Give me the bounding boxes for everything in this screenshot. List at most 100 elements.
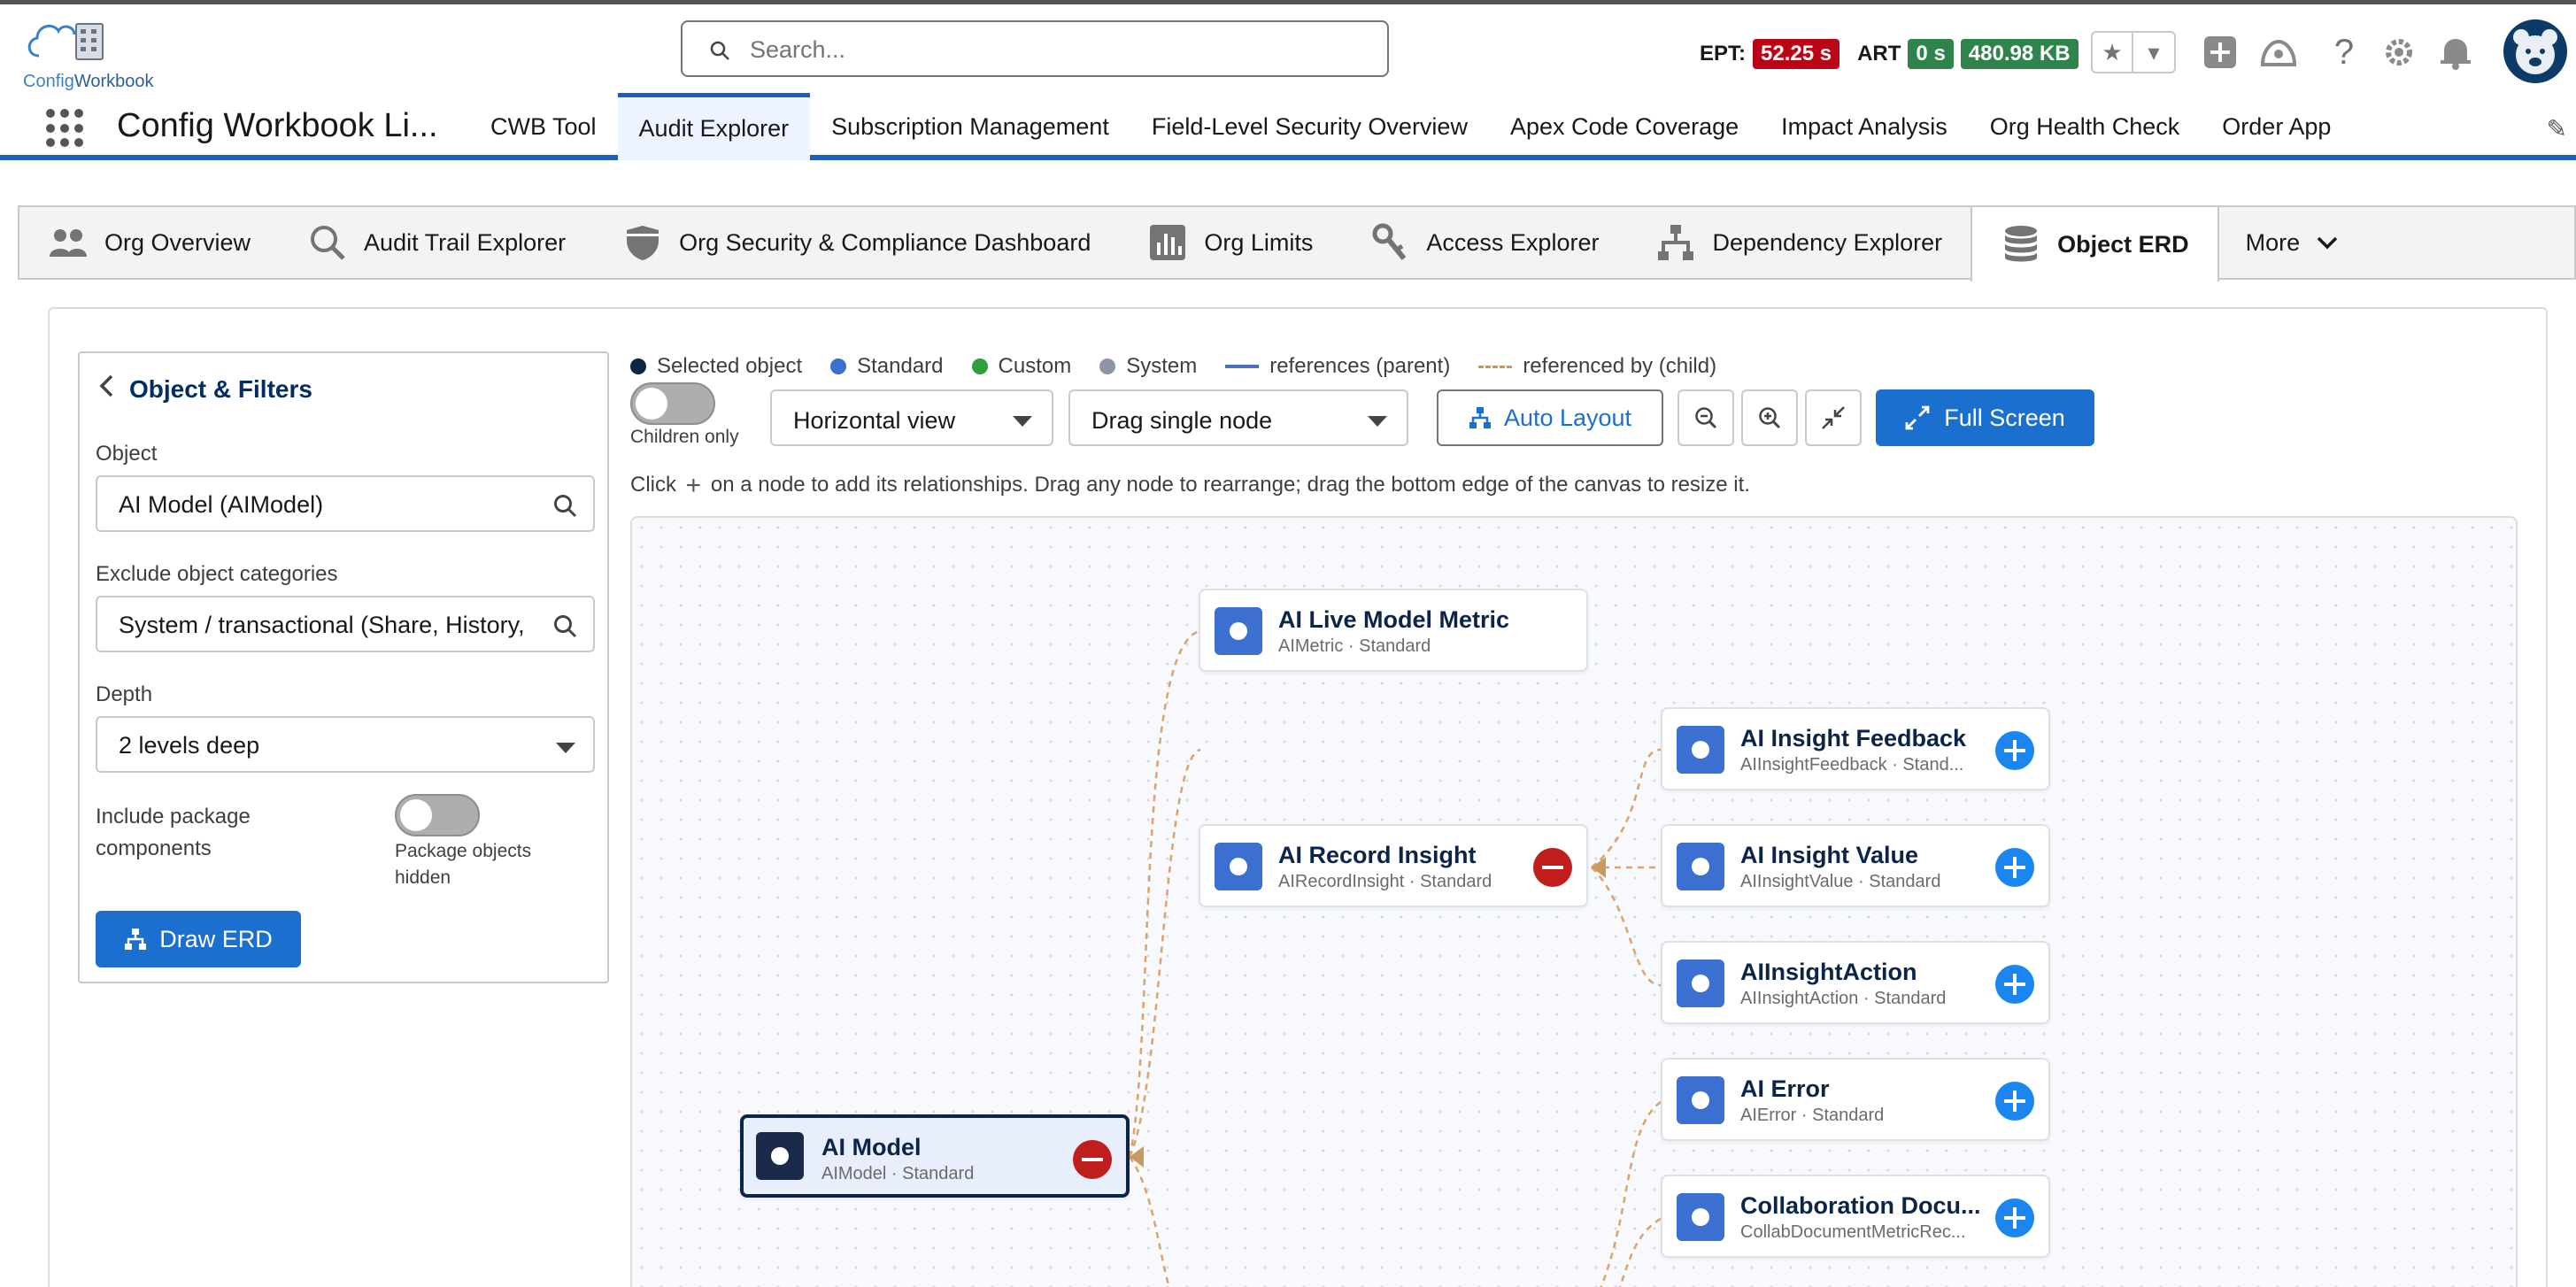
depth-select[interactable]: 2 levels deep <box>96 716 595 773</box>
children-only-toggle[interactable] <box>630 382 715 425</box>
ept-label: EPT: <box>1700 42 1747 66</box>
collapse-minus-icon[interactable] <box>1073 1140 1112 1179</box>
legend-custom-label: Custom <box>998 354 1072 378</box>
favorite-star-icon[interactable]: ★ <box>2093 33 2134 72</box>
erd-node-ai-insight-action[interactable]: AIInsightAction AIInsightAction · Standa… <box>1661 941 2050 1024</box>
search-icon <box>554 615 577 638</box>
expand-plus-icon[interactable] <box>1995 1198 2034 1237</box>
global-add-icon[interactable] <box>2199 31 2241 73</box>
app-launcher-icon[interactable] <box>46 109 85 148</box>
edge-collab-offscreen <box>1618 1217 1662 1287</box>
node-subtitle: AIRecordInsight · Standard <box>1278 872 1492 891</box>
app-navbar: Config Workbook Li... CWB Tool Audit Exp… <box>0 93 2576 160</box>
expand-plus-icon[interactable] <box>1995 731 2034 770</box>
trailhead-icon[interactable] <box>2257 31 2300 73</box>
nav-item-impact-analysis[interactable]: Impact Analysis <box>1760 93 1969 160</box>
edge-aimodel-airecordinsight <box>1128 748 1201 1158</box>
draw-erd-button[interactable]: Draw ERD <box>96 911 301 967</box>
erd-node-ai-insight-value[interactable]: AI Insight Value AIInsightValue · Standa… <box>1661 824 2050 907</box>
plus-icon: + <box>685 471 702 500</box>
object-icon <box>1215 843 1262 890</box>
favorites-menu-icon[interactable]: ▾ <box>2133 33 2174 72</box>
tab-org-security-compliance[interactable]: Org Security & Compliance Dashboard <box>594 207 1119 278</box>
fit-view-button[interactable] <box>1805 389 1862 446</box>
package-hint: Package objects hidden <box>395 841 532 888</box>
auto-layout-button[interactable]: Auto Layout <box>1437 389 1663 446</box>
tab-bar: Org Overview Audit Trail Explorer Org Se… <box>18 205 2576 281</box>
edge-arrowhead <box>1592 857 1606 878</box>
exclude-categories-field[interactable]: System / transactional (Share, History, <box>96 596 595 652</box>
erd-node-ai-record-insight[interactable]: AI Record Insight AIRecordInsight · Stan… <box>1199 824 1588 907</box>
full-screen-button[interactable]: Full Screen <box>1876 389 2094 446</box>
legend-parent: references (parent) <box>1225 354 1450 379</box>
erd-node-ai-insight-feedback[interactable]: AI Insight Feedback AIInsightFeedback · … <box>1661 707 2050 790</box>
zoom-out-button[interactable] <box>1677 389 1734 446</box>
tab-object-erd[interactable]: Object ERD <box>1971 207 2219 281</box>
global-search[interactable] <box>681 20 1389 77</box>
nav-item-subscription-management[interactable]: Subscription Management <box>810 93 1130 160</box>
view-orientation-select[interactable]: Horizontal view <box>770 389 1053 446</box>
notifications-bell-icon[interactable] <box>2434 31 2477 73</box>
erd-node-ai-error[interactable]: AI Error AIError · Standard <box>1661 1058 2050 1141</box>
nav-item-cwb-tool[interactable]: CWB Tool <box>469 93 618 160</box>
search-input[interactable] <box>750 33 1369 66</box>
tab-label: Object ERD <box>2057 230 2189 258</box>
object-lookup-field[interactable]: AI Model (AIModel) <box>96 475 595 532</box>
legend-parent-label: references (parent) <box>1269 354 1451 378</box>
legend-standard: Standard <box>830 354 944 379</box>
nav-item-field-level-security[interactable]: Field-Level Security Overview <box>1130 93 1489 160</box>
erd-node-collaboration-document[interactable]: Collaboration Docu... CollabDocumentMetr… <box>1661 1175 2050 1258</box>
tab-audit-trail-explorer[interactable]: Audit Trail Explorer <box>279 207 594 278</box>
help-icon[interactable]: ? <box>2323 31 2365 73</box>
tab-more[interactable]: More <box>2219 207 2368 278</box>
legend-standard-label: Standard <box>857 354 944 378</box>
tab-access-explorer[interactable]: Access Explorer <box>1341 207 1627 278</box>
node-subtitle: CollabDocumentMetricRec... <box>1740 1222 1966 1242</box>
nav-item-order-app[interactable]: Order App <box>2201 93 2352 160</box>
children-only-label: Children only <box>630 427 739 447</box>
nav-item-audit-explorer[interactable]: Audit Explorer <box>617 93 811 160</box>
include-package-toggle[interactable] <box>395 794 480 836</box>
expand-plus-icon[interactable] <box>1995 965 2034 1004</box>
app-root: ConfigWorkbook EPT: 52.25 s ART 0 s 480.… <box>0 0 2576 1287</box>
nav-item-apex-code-coverage[interactable]: Apex Code Coverage <box>1489 93 1760 160</box>
node-title: AI Live Model Metric <box>1278 606 1510 633</box>
node-title: Collaboration Docu... <box>1740 1192 1981 1219</box>
erd-node-ai-live-model-metric[interactable]: AI Live Model Metric AIMetric · Standard <box>1199 589 1588 672</box>
expand-plus-icon[interactable] <box>1995 1082 2034 1121</box>
zoom-in-button[interactable] <box>1741 389 1798 446</box>
hierarchy-icon <box>125 929 147 950</box>
app-logo[interactable]: ConfigWorkbook <box>23 13 156 93</box>
hierarchy-icon <box>1469 407 1491 428</box>
expand-plus-icon[interactable] <box>1995 848 2034 887</box>
exclude-categories-value: System / transactional (Share, History, <box>119 612 525 638</box>
tab-org-limits[interactable]: Org Limits <box>1119 207 1341 278</box>
erd-node-ai-model-selected[interactable]: AI Model AIModel · Standard <box>740 1114 1130 1198</box>
node-title: AIInsightAction <box>1740 959 1917 985</box>
nav-item-org-health-check[interactable]: Org Health Check <box>1969 93 2202 160</box>
tab-dependency-explorer[interactable]: Dependency Explorer <box>1627 207 1971 278</box>
setup-gear-icon[interactable] <box>2378 31 2420 73</box>
collapse-chevron-left-icon[interactable] <box>99 374 113 404</box>
filters-panel-title: Object & Filters <box>99 374 312 404</box>
nav-items: CWB Tool Audit Explorer Subscription Man… <box>469 93 2352 160</box>
tab-org-overview[interactable]: Org Overview <box>19 207 279 278</box>
logo-text-workbook: Workbook <box>73 72 154 91</box>
edge-aimodel-offscreen <box>1128 1156 1170 1287</box>
erd-canvas[interactable]: AI Live Model Metric AIMetric · Standard… <box>630 516 2518 1287</box>
drag-mode-select[interactable]: Drag single node <box>1068 389 1408 446</box>
hint-before: Click <box>630 473 676 497</box>
edit-nav-pencil-icon[interactable]: ✎ <box>2547 114 2567 143</box>
contract-icon <box>1822 406 1845 429</box>
tab-label: Access Explorer <box>1426 228 1600 256</box>
user-avatar[interactable] <box>2503 19 2567 83</box>
collapse-minus-icon[interactable] <box>1533 848 1572 887</box>
canvas-hint: Click + on a node to add its relationshi… <box>630 471 1750 501</box>
include-package-label: Include package components <box>96 805 251 860</box>
node-subtitle: AIInsightValue · Standard <box>1740 872 1941 891</box>
legend-selected: Selected object <box>630 354 802 379</box>
auto-layout-label: Auto Layout <box>1503 404 1632 431</box>
node-title: AI Model <box>821 1134 922 1160</box>
object-icon <box>1677 726 1724 774</box>
shield-icon <box>622 222 663 263</box>
